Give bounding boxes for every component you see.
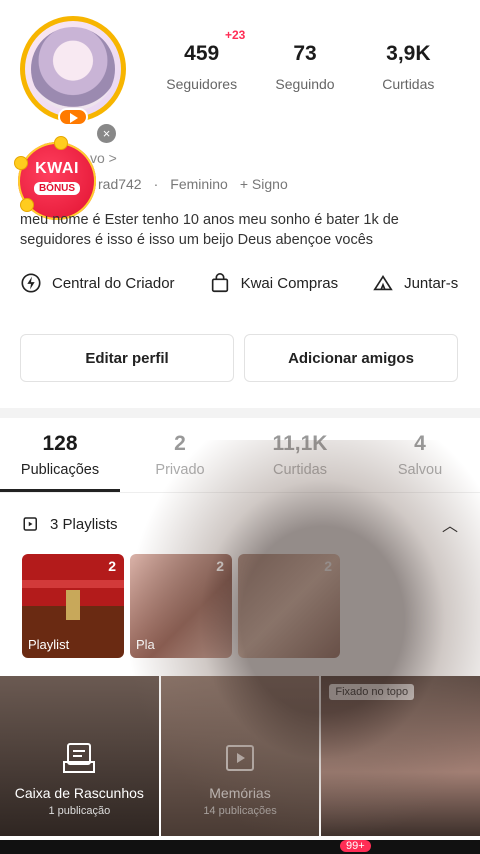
tab-label: Salvou	[397, 462, 443, 478]
avatar[interactable]	[20, 16, 126, 126]
memories-subtitle: 14 publicações	[203, 805, 277, 817]
stat-followers[interactable]: +23 459 Seguidores	[150, 28, 253, 92]
avatar-ring	[20, 16, 126, 122]
profile-bio: meu nome é Ester tenho 10 anos meu sonho…	[20, 212, 399, 248]
tab-count: 128	[42, 432, 78, 455]
playlist-icon	[23, 517, 37, 531]
kwai-bonus-badge[interactable]: KWAI BÔNUS	[14, 136, 96, 220]
tab-private[interactable]: 2 Privado	[120, 432, 240, 478]
tab-divider	[0, 492, 480, 493]
memories-overlay: Memórias 14 publicações	[161, 742, 320, 817]
thumb-shelf	[22, 580, 124, 588]
playlist-caption: Pla	[136, 637, 155, 652]
followers-delta-badge: +23	[225, 28, 246, 42]
playlist-thumb[interactable]: 2 Playlist	[22, 554, 124, 658]
tab-count: 4	[414, 432, 426, 455]
following-label: Seguindo	[275, 76, 335, 92]
shopping-bag-icon	[211, 273, 228, 293]
drafts-overlay: Caixa de Rascunhos 1 publicação	[0, 742, 159, 817]
likes-count: 3,9K	[386, 42, 431, 65]
chevron-up-icon[interactable]: ︿	[442, 512, 458, 536]
tab-publications[interactable]: 128 Publicações	[0, 432, 120, 478]
drafts-subtitle: 1 publicação	[48, 805, 111, 817]
coin-icon	[14, 156, 28, 170]
drafts-cell[interactable]: Caixa de Rascunhos 1 publicação	[0, 676, 159, 836]
profile-meta: rad742 · Feminino + Signo	[98, 176, 288, 192]
link-join[interactable]: Juntar-s	[372, 272, 458, 294]
lightning-circle-icon	[21, 273, 41, 293]
link-kwai-shop[interactable]: Kwai Compras	[209, 272, 339, 294]
stat-likes[interactable]: 3,9K Curtidas	[357, 42, 460, 92]
playlists-header[interactable]: 3 Playlists ︿	[22, 512, 458, 536]
separator-dot: ·	[153, 176, 159, 192]
link-label: Juntar-s	[404, 274, 459, 292]
playlist-count: 2	[324, 558, 332, 574]
notification-badge[interactable]: 99+	[340, 840, 371, 852]
profile-tabs: 128 Publicações 2 Privado 11,1K Curtidas…	[0, 432, 480, 478]
video-grid: Caixa de Rascunhos 1 publicação Memórias…	[0, 676, 480, 836]
creator-links: Central do Criador Kwai Compras Juntar-s	[20, 272, 480, 294]
memories-icon	[226, 745, 254, 771]
followers-label: Seguidores	[166, 76, 238, 92]
playlist-count: 2	[216, 558, 224, 574]
close-icon[interactable]: ×	[97, 124, 116, 143]
profile-actions: Editar perfil Adicionar amigos	[20, 334, 458, 382]
bottom-nav-bar	[0, 840, 480, 854]
tab-label: Curtidas	[273, 462, 327, 478]
gender-tag: Feminino	[170, 176, 228, 192]
edit-profile-button[interactable]: Editar perfil	[20, 334, 234, 382]
playlist-thumb[interactable]: 2 Pla	[130, 554, 232, 658]
likes-label: Curtidas	[382, 76, 435, 92]
link-label: Kwai Compras	[240, 274, 339, 292]
avatar-image	[31, 27, 115, 111]
link-creator-center[interactable]: Central do Criador	[20, 272, 175, 294]
memories-title: Memórias	[209, 785, 271, 801]
playlists-title: 3 Playlists	[50, 515, 118, 533]
tab-saved[interactable]: 4 Salvou	[360, 432, 480, 478]
drafts-box-icon	[63, 743, 96, 773]
section-divider	[0, 408, 480, 418]
live-play-icon	[58, 108, 88, 126]
tab-label: Publicações	[20, 462, 100, 478]
bonus-line1: KWAI	[35, 160, 79, 177]
memories-cell[interactable]: Memórias 14 publicações	[160, 676, 320, 836]
drafts-title: Caixa de Rascunhos	[14, 785, 144, 801]
tent-icon	[373, 275, 393, 291]
bonus-line2: BÔNUS	[33, 182, 81, 195]
playlist-count: 2	[108, 558, 116, 574]
tab-count: 11,1K	[272, 432, 328, 455]
link-label: Central do Criador	[52, 274, 175, 292]
pinned-video-cell[interactable]: Fixado no topo	[321, 676, 480, 836]
tab-label: Privado	[155, 462, 205, 478]
playlist-row: 2 Playlist 2 Pla 2	[22, 554, 340, 658]
pinned-badge: Fixado no topo	[329, 684, 415, 700]
followers-count: 459	[184, 42, 220, 65]
tab-count: 2	[174, 432, 186, 455]
following-count: 73	[293, 42, 317, 65]
profile-stats: +23 459 Seguidores 73 Seguindo 3,9K Curt…	[150, 28, 460, 92]
playlist-thumb[interactable]: 2	[238, 554, 340, 658]
coin-icon	[54, 136, 68, 150]
game-character-figure	[66, 590, 80, 620]
username: rad742	[98, 176, 142, 192]
add-friends-button[interactable]: Adicionar amigos	[244, 334, 458, 382]
stat-following[interactable]: 73 Seguindo	[253, 42, 356, 92]
tab-likes[interactable]: 11,1K Curtidas	[240, 432, 360, 478]
playlist-caption: Playlist	[28, 637, 70, 652]
sign-tag[interactable]: + Signo	[240, 176, 288, 192]
